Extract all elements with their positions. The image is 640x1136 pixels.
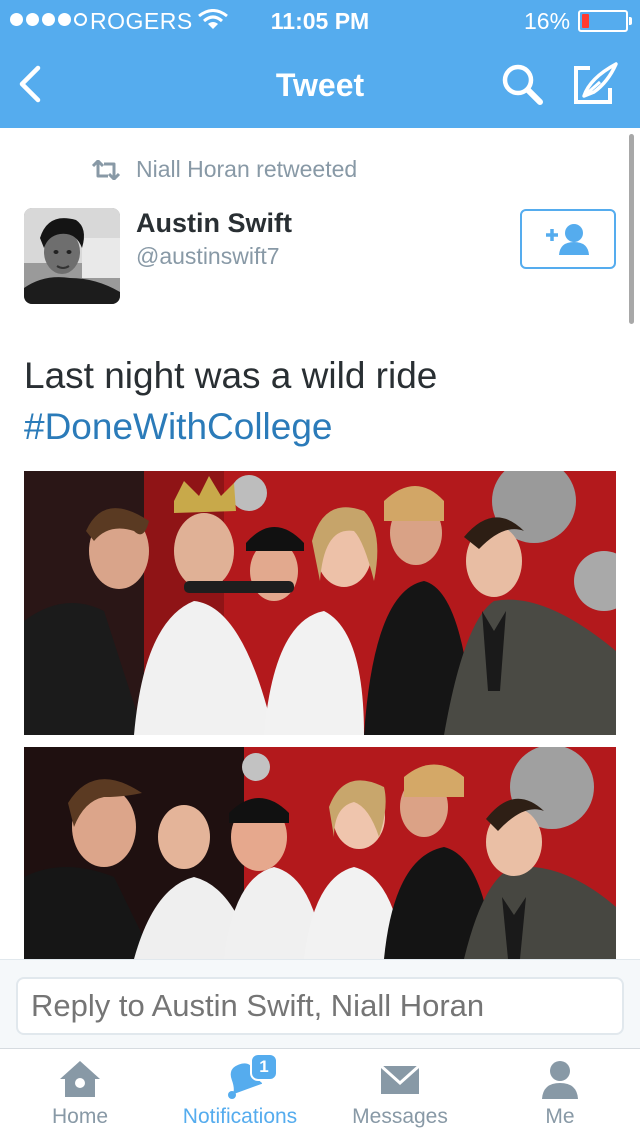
photo-booth-image-2[interactable] [24,747,616,959]
photo-booth-image-1[interactable] [24,471,616,735]
tab-label: Home [51,1105,109,1128]
person-icon [542,1061,578,1099]
tab-me[interactable]: Me [480,1049,640,1136]
scrollbar[interactable] [629,134,634,324]
retweeted-by-label: Niall Horan retweeted [136,156,358,182]
retweet-context: Niall Horan retweeted [90,156,357,183]
envelope-icon [379,1064,421,1094]
avatar[interactable] [24,208,120,304]
photo-content [24,747,616,959]
retweet-icon [91,159,121,180]
header: ROGERS 11:05 PM 16% Tweet [0,0,640,128]
author-handle[interactable]: @austinswift7 [136,243,280,270]
add-user-icon [546,224,589,255]
reply-bar [0,959,640,1048]
follow-button[interactable] [520,209,616,269]
search-icon[interactable] [498,60,546,108]
tab-label: Messages [352,1105,448,1128]
reply-input[interactable] [16,977,624,1035]
hashtag-link[interactable]: #DoneWithCollege [24,401,624,452]
battery-level [582,14,589,28]
nav-bar: Tweet [0,40,640,128]
tweet-body: Last night was a wild ride [24,355,438,396]
tab-label: Me [545,1105,575,1128]
compose-icon[interactable] [570,60,622,108]
home-icon [60,1061,100,1097]
status-bar: ROGERS 11:05 PM 16% [0,0,640,40]
photo-content [24,471,616,735]
tweet-text: Last night was a wild ride #DoneWithColl… [24,350,624,452]
avatar-image [24,208,120,304]
tab-messages[interactable]: Messages [320,1049,480,1136]
tab-bar: Home 1 Notifications Messages Me [0,1048,640,1136]
battery-icon [578,10,632,32]
tab-label: Notifications [182,1105,298,1128]
notification-badge: 1 [250,1053,278,1081]
tab-notifications[interactable]: 1 Notifications [160,1049,320,1136]
author-name[interactable]: Austin Swift [136,208,292,239]
tab-home[interactable]: Home [0,1049,160,1136]
battery-percent: 16% [524,8,571,34]
